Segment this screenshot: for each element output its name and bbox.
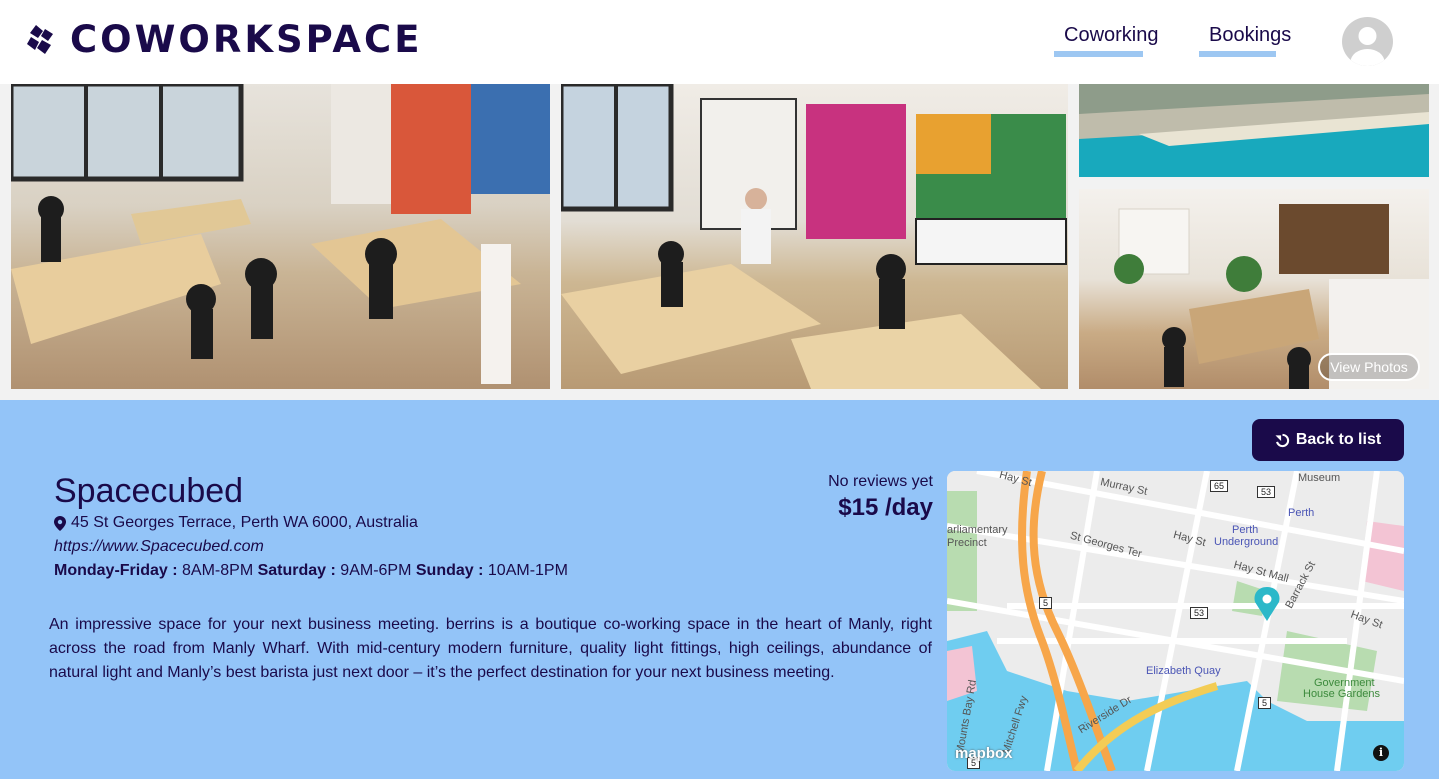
road-shield: 53	[1257, 486, 1276, 498]
brand-name: COWORKSPACE	[70, 18, 423, 61]
logo[interactable]: COWORKSPACE	[26, 20, 422, 60]
map-marker-icon	[54, 515, 66, 531]
map-label: House Gardens	[1303, 688, 1381, 700]
gallery-photo-main[interactable]	[11, 84, 550, 389]
map-label: Perth	[1288, 507, 1315, 519]
header: COWORKSPACE Coworking Bookings	[0, 0, 1439, 84]
space-details: Back to list Spacecubed 45 St Georges Te…	[0, 400, 1439, 779]
back-to-list-label: Back to list	[1295, 431, 1382, 448]
user-icon	[1350, 27, 1385, 66]
address-text: 45 St Georges Terrace, Perth WA 6000, Au…	[71, 514, 418, 531]
avatar[interactable]	[1342, 17, 1393, 66]
nav-bookings[interactable]: Bookings	[1199, 24, 1292, 57]
nav-underline	[1199, 51, 1277, 57]
back-to-list-button[interactable]: Back to list	[1252, 419, 1404, 461]
hours-time: 8AM-8PM	[182, 562, 254, 579]
view-photos-button[interactable]: View Photos	[1318, 353, 1420, 381]
road-shield: 5	[1039, 597, 1053, 609]
location-map[interactable]: Hay St Murray St Museum Perth arliamenta…	[947, 471, 1404, 771]
hours-time: 9AM-6PM	[340, 562, 412, 579]
office-photo-image	[561, 84, 1067, 389]
map-label: Precinct	[947, 537, 987, 549]
info-icon[interactable]: i	[1373, 745, 1389, 761]
hours-days: Monday-Friday :	[54, 562, 178, 579]
hours-days: Sunday :	[415, 562, 484, 579]
nav-coworking-label: Coworking	[1064, 24, 1159, 46]
gallery-photo-2[interactable]	[561, 84, 1068, 389]
map-label: arliamentary	[947, 524, 1008, 536]
space-address: 45 St Georges Terrace, Perth WA 6000, Au…	[54, 514, 418, 532]
space-description: An impressive space for your next busine…	[49, 616, 932, 681]
hours-time: 10AM-1PM	[487, 562, 568, 579]
space-website[interactable]: https://www.Spacecubed.com	[54, 538, 264, 556]
office-photo-image	[11, 84, 550, 384]
map-label: Museum	[1298, 472, 1341, 484]
beach-photo-image	[1079, 84, 1429, 177]
undo-icon	[1275, 433, 1289, 447]
gallery-photo-3[interactable]	[1079, 84, 1429, 177]
road-shield: 65	[1210, 480, 1229, 492]
nav-coworking[interactable]: Coworking	[1054, 24, 1159, 57]
space-title: Spacecubed	[54, 472, 244, 510]
logo-icon	[27, 25, 53, 54]
opening-hours: Monday-Friday : 8AM-8PM Saturday : 9AM-6…	[54, 562, 568, 580]
map-label: Perth	[1232, 524, 1259, 536]
road-shield: 53	[1190, 607, 1209, 619]
road-shield: 5	[1258, 697, 1272, 709]
price: $15 /day	[838, 494, 933, 521]
nav-bookings-label: Bookings	[1209, 24, 1292, 46]
hours-days: Saturday :	[257, 562, 336, 579]
nav-underline	[1054, 51, 1144, 57]
mapbox-logo[interactable]: mapbox	[955, 745, 1013, 762]
map-label: Underground	[1214, 536, 1279, 548]
reviews-summary: No reviews yet	[828, 473, 933, 490]
map-label: Elizabeth Quay	[1146, 665, 1221, 677]
photo-gallery: View Photos	[0, 84, 1439, 400]
